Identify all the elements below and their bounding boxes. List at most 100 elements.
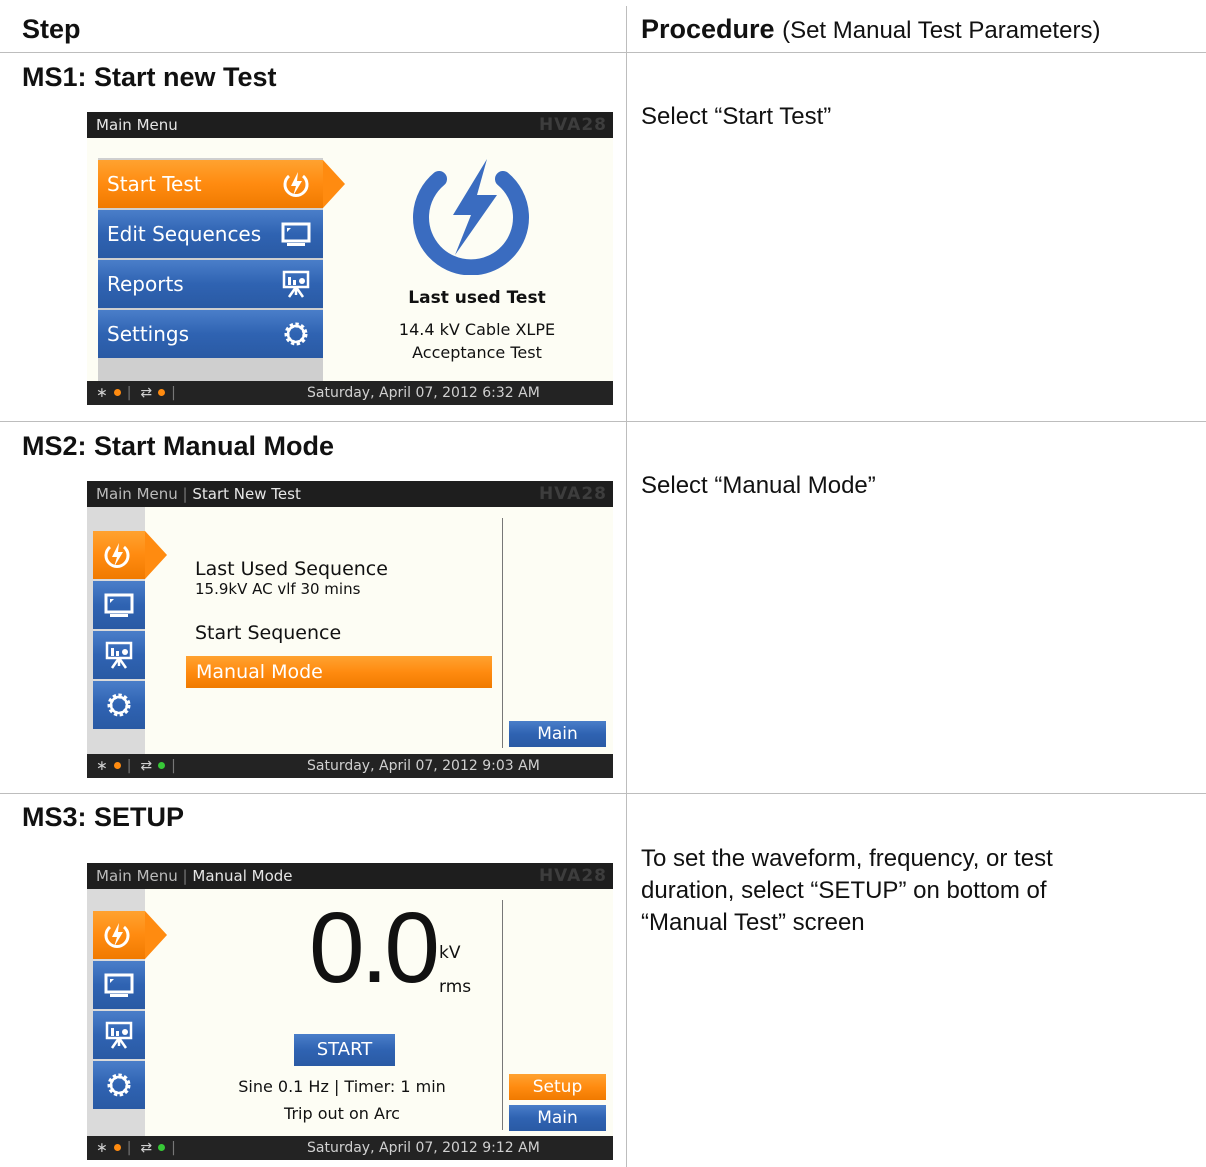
title-bar: Main Menu HVA28 bbox=[87, 112, 613, 138]
presentation-icon bbox=[282, 270, 310, 298]
usb-status-dot bbox=[158, 389, 166, 396]
breadcrumb: Main Menu | Manual Mode bbox=[96, 867, 293, 885]
row1-procedure: Select “Start Test” bbox=[641, 103, 832, 130]
menu-label: Start Test bbox=[107, 172, 202, 196]
usb-icon: ⇄ bbox=[140, 1140, 153, 1156]
procedure-heading-note: (Set Manual Test Parameters) bbox=[782, 17, 1101, 44]
usb-status-dot bbox=[158, 762, 166, 769]
manual-mode-option[interactable]: Manual Mode bbox=[186, 656, 492, 688]
bolt-icon bbox=[104, 923, 130, 948]
voltage-unit-rms: rms bbox=[439, 977, 472, 997]
presentation-icon bbox=[105, 1021, 133, 1049]
last-used-sequence-label[interactable]: Last Used Sequence 15.9kV AC vlf 30 mins bbox=[195, 558, 388, 598]
monitor-icon bbox=[104, 593, 134, 617]
menu-item-settings[interactable]: Settings bbox=[98, 310, 323, 358]
breadcrumb-current: Manual Mode bbox=[192, 867, 293, 885]
menu-label: Reports bbox=[107, 272, 184, 296]
bluetooth-icon: ∗ bbox=[96, 1140, 108, 1156]
status-bar: ∗ | ⇄ | Saturday, April 07, 2012 9:12 AM bbox=[87, 1136, 613, 1160]
bluetooth-status-dot bbox=[113, 1144, 121, 1151]
last-seq-title: Last Used Sequence bbox=[195, 558, 388, 580]
bluetooth-status-dot bbox=[113, 389, 121, 396]
row-divider bbox=[0, 421, 1206, 422]
row1-step-title: MS1: Start new Test bbox=[22, 62, 277, 92]
side-nav-edit-sequences[interactable] bbox=[93, 581, 145, 629]
brand-label: HVA28 bbox=[538, 115, 607, 135]
procedure-heading-bold: Procedure bbox=[641, 14, 775, 44]
usb-status-dot bbox=[158, 1144, 166, 1151]
gear-icon bbox=[284, 322, 308, 346]
bolt-icon bbox=[283, 172, 309, 197]
main-button[interactable]: Main bbox=[509, 1105, 606, 1131]
setup-button[interactable]: Setup bbox=[509, 1074, 606, 1100]
last-used-type: Acceptance Test bbox=[412, 343, 542, 362]
status-bar: ∗ | ⇄ | Saturday, April 07, 2012 6:32 AM bbox=[87, 381, 613, 405]
side-nav-reports[interactable] bbox=[93, 1011, 145, 1059]
screen-main-menu: Main Menu HVA28 Start Test Edit Sequence… bbox=[87, 112, 613, 405]
side-nav-start-test[interactable] bbox=[93, 911, 145, 959]
last-used-label: Last used Test bbox=[408, 288, 546, 308]
breadcrumb: Main Menu | Start New Test bbox=[96, 485, 301, 503]
monitor-icon bbox=[104, 973, 134, 997]
side-nav-start-test[interactable] bbox=[93, 531, 145, 579]
title-bar: Main Menu | Start New Test HVA28 bbox=[87, 481, 613, 507]
step-column-heading: Step bbox=[22, 14, 81, 44]
menu-item-edit-sequences[interactable]: Edit Sequences bbox=[98, 210, 323, 258]
status-icons: ∗ | ⇄ | bbox=[96, 1140, 176, 1156]
selection-arrow bbox=[145, 531, 167, 579]
breadcrumb-main-menu[interactable]: Main Menu bbox=[96, 867, 178, 885]
last-used-name: 14.4 kV Cable XLPE bbox=[398, 320, 556, 339]
bluetooth-status-dot bbox=[113, 762, 121, 769]
side-nav-settings[interactable] bbox=[93, 681, 145, 729]
bolt-icon bbox=[413, 159, 529, 275]
bluetooth-icon: ∗ bbox=[96, 385, 108, 401]
screen-title: Main Menu bbox=[96, 116, 178, 134]
gear-icon bbox=[107, 1073, 131, 1097]
row3-procedure: To set the waveform, frequency, or test … bbox=[641, 845, 1053, 936]
selection-arrow bbox=[145, 911, 167, 959]
monitor-icon bbox=[281, 222, 311, 246]
row3-step-title: MS3: SETUP bbox=[22, 802, 185, 832]
voltage-readout: 0.0 bbox=[309, 892, 440, 1004]
side-nav-reports[interactable] bbox=[93, 631, 145, 679]
screen-manual-mode: Main Menu | Manual Mode HVA28 0.0 kV rms… bbox=[87, 863, 613, 1160]
status-icons: ∗ | ⇄ | bbox=[96, 758, 176, 774]
breadcrumb-main-menu[interactable]: Main Menu bbox=[96, 485, 178, 503]
menu-item-start-test[interactable]: Start Test bbox=[98, 160, 323, 208]
status-datetime: Saturday, April 07, 2012 6:32 AM bbox=[307, 385, 540, 401]
right-panel-divider bbox=[502, 900, 503, 1130]
title-bar: Main Menu | Manual Mode HVA28 bbox=[87, 863, 613, 889]
menu-item-reports[interactable]: Reports bbox=[98, 260, 323, 308]
status-datetime: Saturday, April 07, 2012 9:03 AM bbox=[307, 758, 540, 774]
side-nav-edit-sequences[interactable] bbox=[93, 961, 145, 1009]
usb-icon: ⇄ bbox=[140, 758, 153, 774]
column-divider bbox=[626, 6, 627, 1167]
start-button[interactable]: START bbox=[294, 1034, 395, 1066]
test-settings-summary: Sine 0.1 Hz | Timer: 1 min bbox=[238, 1077, 446, 1096]
right-panel-divider bbox=[502, 518, 503, 748]
main-button[interactable]: Main bbox=[509, 721, 606, 747]
status-bar: ∗ | ⇄ | Saturday, April 07, 2012 9:03 AM bbox=[87, 754, 613, 778]
selection-arrow bbox=[323, 160, 345, 208]
row-divider bbox=[0, 793, 1206, 794]
last-seq-value: 15.9kV AC vlf 30 mins bbox=[195, 580, 361, 598]
row2-procedure: Select “Manual Mode” bbox=[641, 472, 876, 499]
gear-icon bbox=[107, 693, 131, 717]
procedure-column-heading: Procedure (Set Manual Test Parameters) bbox=[641, 14, 1100, 45]
brand-label: HVA28 bbox=[538, 484, 607, 504]
bolt-icon bbox=[104, 543, 130, 568]
trip-setting: Trip out on Arc bbox=[284, 1104, 400, 1123]
status-datetime: Saturday, April 07, 2012 9:12 AM bbox=[307, 1140, 540, 1156]
breadcrumb-current: Start New Test bbox=[192, 485, 301, 503]
menu-label: Settings bbox=[107, 322, 190, 346]
status-icons: ∗ | ⇄ | bbox=[96, 385, 176, 401]
row2-step-title: MS2: Start Manual Mode bbox=[22, 431, 335, 461]
bluetooth-icon: ∗ bbox=[96, 758, 108, 774]
start-sequence-option[interactable]: Start Sequence bbox=[195, 622, 341, 644]
voltage-unit: kV bbox=[439, 943, 461, 963]
screen-start-new-test: Main Menu | Start New Test HVA28 Last Us… bbox=[87, 481, 613, 778]
presentation-icon bbox=[105, 641, 133, 669]
side-nav-settings[interactable] bbox=[93, 1061, 145, 1109]
brand-label: HVA28 bbox=[538, 866, 607, 886]
menu-label: Edit Sequences bbox=[107, 222, 262, 246]
